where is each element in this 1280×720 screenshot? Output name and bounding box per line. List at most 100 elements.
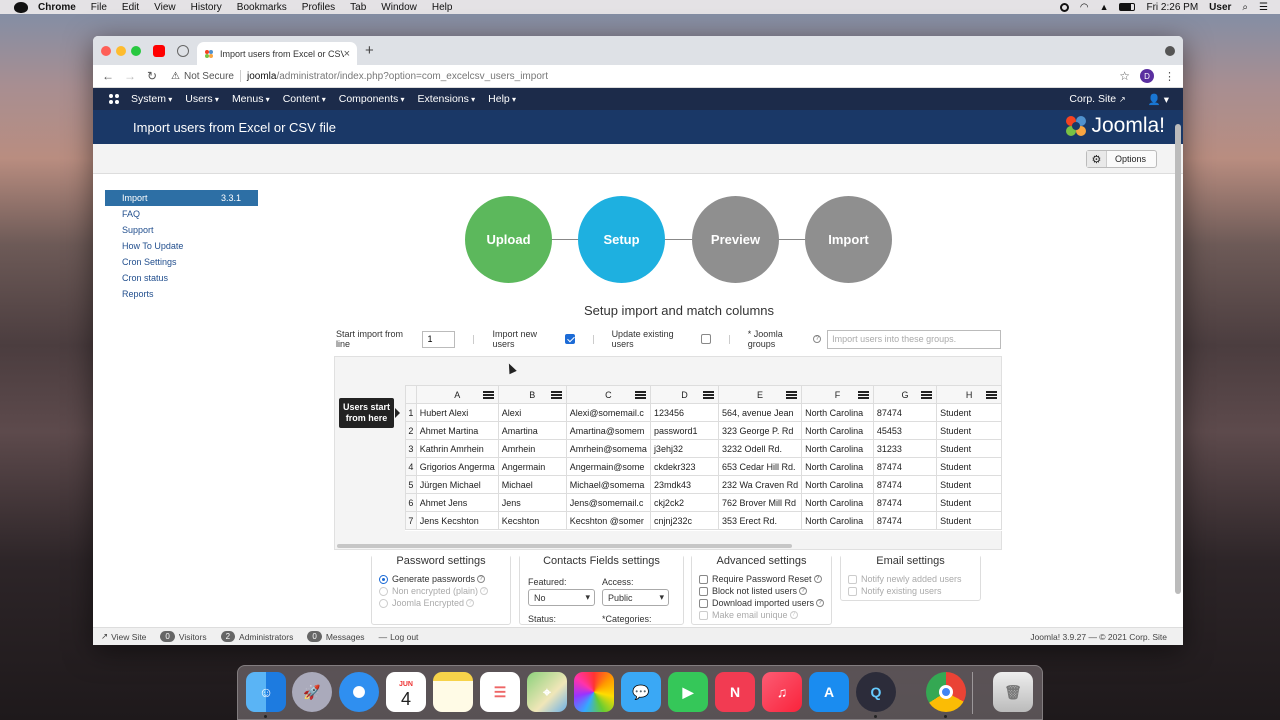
forward-button[interactable]: →: [119, 69, 141, 83]
nav-help[interactable]: Help: [488, 93, 516, 105]
table-cell[interactable]: Michael: [497, 475, 567, 494]
table-cell[interactable]: 762 Brover Mill Rd: [717, 493, 803, 512]
launchpad-icon[interactable]: 🚀: [292, 672, 332, 712]
table-cell[interactable]: Student: [936, 403, 1002, 422]
table-cell[interactable]: North Carolina: [801, 457, 874, 476]
table-cell[interactable]: Amrhein@somema: [565, 439, 651, 458]
spreadsheet-grid[interactable]: A B C D E F G H 1 Hubert Alexi Alexi Ale…: [405, 385, 1002, 531]
table-cell[interactable]: Ahmet Martina: [415, 421, 499, 440]
menu-help[interactable]: Help: [432, 2, 453, 13]
column-header-b[interactable]: B: [497, 385, 567, 404]
messages-status[interactable]: 0 Messages: [307, 631, 365, 642]
checkbox[interactable]: [699, 610, 708, 620]
notes-icon[interactable]: [433, 672, 473, 712]
security-label[interactable]: Not Secure: [184, 71, 234, 82]
column-menu-icon[interactable]: [986, 391, 997, 399]
help-icon[interactable]: ?: [789, 611, 798, 619]
help-icon[interactable]: ?: [813, 575, 822, 583]
column-menu-icon[interactable]: [550, 391, 562, 399]
checkbox[interactable]: [848, 586, 857, 596]
sidebar-item-import[interactable]: Import 3.3.1: [105, 190, 258, 206]
update-existing-checkbox[interactable]: [701, 334, 711, 344]
generate-passwords-option[interactable]: Generate passwords?: [379, 574, 486, 584]
menu-app-name[interactable]: Chrome: [38, 2, 76, 13]
table-cell[interactable]: Angermain@some: [565, 457, 651, 476]
table-cell[interactable]: Kecshton: [497, 511, 567, 530]
column-header-g[interactable]: G: [872, 385, 938, 404]
table-cell[interactable]: North Carolina: [801, 493, 874, 512]
close-window-button[interactable]: [101, 46, 111, 56]
column-menu-icon[interactable]: [786, 391, 798, 399]
url-text[interactable]: joomla/administrator/index.php?option=co…: [247, 71, 548, 82]
tab-search-icon[interactable]: [1165, 46, 1175, 56]
warning-icon[interactable]: ⚠: [171, 71, 180, 82]
reminders-icon[interactable]: ☰: [480, 672, 520, 712]
require-password-reset-option[interactable]: Require Password Reset?: [699, 574, 822, 584]
table-cell[interactable]: North Carolina: [801, 475, 874, 494]
globe-tab-icon[interactable]: [177, 45, 189, 57]
help-icon[interactable]: ?: [799, 587, 808, 595]
menu-window[interactable]: Window: [381, 2, 417, 13]
zoom-window-button[interactable]: [131, 46, 141, 56]
checkbox[interactable]: [848, 574, 857, 584]
reload-button[interactable]: ↻: [141, 69, 163, 83]
back-button[interactable]: ←: [97, 69, 119, 83]
control-center-icon[interactable]: ☰: [1259, 2, 1268, 13]
admins-status[interactable]: 2 Administrators: [220, 631, 293, 642]
table-cell[interactable]: 45453: [872, 421, 938, 440]
table-cell[interactable]: 653 Cedar Hill Rd.: [717, 457, 803, 476]
table-cell[interactable]: 123456: [649, 403, 719, 422]
view-site-link[interactable]: ↗ View Site: [101, 631, 146, 642]
table-cell[interactable]: Student: [936, 511, 1002, 530]
facetime-icon[interactable]: ▶: [668, 672, 708, 712]
column-header-d[interactable]: D: [649, 385, 719, 404]
table-cell[interactable]: 87474: [872, 475, 938, 494]
apple-icon[interactable]: [14, 1, 28, 13]
table-cell[interactable]: Kecshton @somer: [565, 511, 651, 530]
user-menu[interactable]: User: [1209, 2, 1231, 13]
user-menu-icon[interactable]: 👤 ▾: [1148, 93, 1169, 106]
step-import[interactable]: Import: [805, 196, 892, 283]
trash-icon[interactable]: 🗑: [993, 672, 1033, 712]
table-cell[interactable]: 353 Erect Rd.: [717, 511, 803, 530]
step-setup[interactable]: Setup: [578, 196, 665, 283]
table-cell[interactable]: Jens@somemail.c: [565, 493, 651, 512]
table-cell[interactable]: Hubert Alexi: [415, 403, 499, 422]
record-icon[interactable]: [1059, 2, 1069, 12]
sidebar-item-how-to-update[interactable]: How To Update: [105, 238, 258, 254]
table-cell[interactable]: Amartina@somem: [565, 421, 651, 440]
table-cell[interactable]: Ahmet Jens: [415, 493, 499, 512]
access-select[interactable]: Public: [602, 589, 669, 606]
menu-edit[interactable]: Edit: [122, 2, 139, 13]
site-link[interactable]: Corp. Site ↗: [1069, 93, 1125, 105]
help-icon[interactable]: ?: [813, 335, 822, 343]
safari-icon[interactable]: ✦: [339, 672, 379, 712]
table-cell[interactable]: Kathrin Amrhein: [415, 439, 499, 458]
table-cell[interactable]: Angermain: [497, 457, 567, 476]
close-tab-icon[interactable]: ×: [344, 48, 350, 60]
quicktime-icon[interactable]: Q: [856, 672, 896, 712]
joomla-logo-icon[interactable]: [108, 93, 120, 105]
table-cell[interactable]: ckdekr323: [649, 457, 719, 476]
calendar-icon[interactable]: JUN 4: [386, 672, 426, 712]
notify-new-users-option[interactable]: Notify newly added users: [848, 574, 962, 584]
download-imported-option[interactable]: Download imported users?: [699, 598, 825, 608]
clock[interactable]: Fri 2:26 PM: [1146, 2, 1198, 13]
sidebar-item-faq[interactable]: FAQ: [105, 206, 258, 222]
menu-profiles[interactable]: Profiles: [302, 2, 335, 13]
column-header-h[interactable]: H: [936, 385, 1002, 404]
start-line-input[interactable]: [422, 330, 456, 348]
import-new-checkbox[interactable]: [564, 334, 575, 344]
menu-bookmarks[interactable]: Bookmarks: [237, 2, 287, 13]
column-header-c[interactable]: C: [565, 385, 651, 404]
table-cell[interactable]: Jens Kecshton: [415, 511, 499, 530]
chrome-icon[interactable]: [926, 672, 966, 712]
photos-icon[interactable]: [574, 672, 614, 712]
nav-components[interactable]: Components: [339, 93, 405, 105]
table-cell[interactable]: Student: [936, 475, 1002, 494]
chrome-menu-icon[interactable]: ⋮: [1164, 70, 1175, 83]
table-cell[interactable]: 3232 Odell Rd.: [717, 439, 803, 458]
checkbox[interactable]: [699, 598, 708, 608]
groups-input[interactable]: Import users into these groups.: [827, 329, 1001, 349]
unique-email-option[interactable]: Make email unique?: [699, 610, 798, 620]
